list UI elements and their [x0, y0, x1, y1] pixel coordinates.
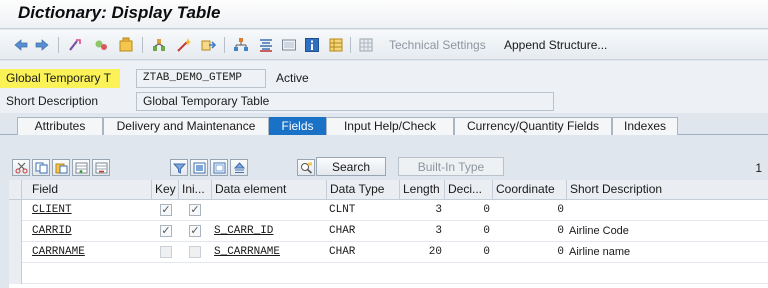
- short-description-field[interactable]: Global Temporary Table: [136, 92, 554, 111]
- column-header-data-type[interactable]: Data Type: [327, 180, 400, 200]
- paste-icon[interactable]: [52, 159, 70, 176]
- column-header-short-description[interactable]: Short Description: [567, 180, 768, 200]
- table-row[interactable]: CARRNAME S_CARRNAME CHAR 20 0 0 Airline …: [9, 242, 768, 263]
- data-element-cell[interactable]: S_CARR_ID: [214, 221, 324, 241]
- key-checkbox[interactable]: ✓: [160, 204, 172, 216]
- technical-settings-button[interactable]: Technical Settings: [389, 38, 486, 52]
- tab-input-help-check[interactable]: Input Help/Check: [326, 117, 454, 135]
- navigate-icon[interactable]: [199, 36, 216, 53]
- fields-table: Field Key Ini... Data element Data Type …: [9, 180, 768, 288]
- column-header-field[interactable]: Field: [22, 180, 152, 200]
- decimals-cell[interactable]: 0: [445, 221, 493, 241]
- column-header-initial[interactable]: Ini...: [179, 180, 212, 200]
- short-description-cell[interactable]: Airline Code: [569, 221, 764, 241]
- tab-currency-quantity-fields[interactable]: Currency/Quantity Fields: [454, 117, 612, 135]
- short-description-cell[interactable]: [569, 200, 764, 220]
- initial-checkbox[interactable]: ✓: [189, 204, 201, 216]
- find-icon[interactable]: [297, 159, 315, 176]
- data-type-cell[interactable]: CHAR: [329, 242, 399, 262]
- decimals-cell[interactable]: 0: [445, 242, 493, 262]
- table-contents-icon[interactable]: [327, 36, 344, 53]
- magic-wand-icon[interactable]: [175, 36, 192, 53]
- back-arrow-icon[interactable]: [12, 36, 29, 53]
- column-header-decimals[interactable]: Deci...: [445, 180, 493, 200]
- toolbar-separator: [58, 37, 59, 53]
- fields-panel: Search Built-In Type 1 Field Key Ini... …: [0, 135, 768, 288]
- display-change-icon[interactable]: [92, 36, 109, 53]
- table-row[interactable]: CLIENT ✓ ✓ CLNT 3 0 0: [9, 200, 768, 221]
- table-row[interactable]: CARRID ✓ ✓ S_CARR_ID CHAR 3 0 0 Airline …: [9, 221, 768, 242]
- application-toolbar: Technical Settings Append Structure...: [0, 30, 768, 60]
- hierarchy-icon[interactable]: [232, 36, 249, 53]
- toolbar-separator: [224, 37, 225, 53]
- filter-icon[interactable]: [170, 159, 188, 176]
- table-header-row: Field Key Ini... Data element Data Type …: [9, 180, 768, 200]
- field-name-cell[interactable]: CLIENT: [32, 200, 150, 220]
- initial-checkbox[interactable]: ✓: [189, 225, 201, 237]
- row-selector[interactable]: [9, 200, 22, 221]
- tab-indexes[interactable]: Indexes: [612, 117, 678, 135]
- fields-toolbar: Search Built-In Type 1: [0, 155, 768, 179]
- info-icon[interactable]: [303, 36, 320, 53]
- other-object-icon[interactable]: [66, 36, 83, 53]
- tab-fields[interactable]: Fields: [269, 117, 326, 135]
- decimals-cell[interactable]: 0: [445, 200, 493, 220]
- search-button[interactable]: Search: [316, 157, 386, 176]
- column-header-data-element[interactable]: Data element: [212, 180, 327, 200]
- column-header-length[interactable]: Length: [400, 180, 445, 200]
- where-used-icon[interactable]: [150, 36, 167, 53]
- title-bar: Dictionary: Display Table: [0, 0, 768, 29]
- column-header-coordinate[interactable]: Coordinate: [493, 180, 567, 200]
- data-type-cell[interactable]: CLNT: [329, 200, 399, 220]
- tab-attributes[interactable]: Attributes: [17, 117, 103, 135]
- short-description-cell[interactable]: Airline name: [569, 242, 764, 262]
- coordinate-cell[interactable]: 0: [493, 242, 567, 262]
- tab-delivery-and-maintenance[interactable]: Delivery and Maintenance: [103, 117, 269, 135]
- deselect-all-icon[interactable]: [210, 159, 228, 176]
- key-checkbox[interactable]: ✓: [160, 225, 172, 237]
- delete-row-icon[interactable]: [92, 159, 110, 176]
- field-name-cell[interactable]: CARRNAME: [32, 242, 150, 262]
- row-selector[interactable]: [9, 263, 22, 284]
- length-cell[interactable]: 3: [400, 221, 445, 241]
- short-description-label: Short Description: [6, 94, 99, 108]
- status-text: Active: [276, 71, 309, 85]
- page-count: 1: [755, 161, 762, 175]
- align-icon[interactable]: [257, 36, 274, 53]
- forward-arrow-icon[interactable]: [33, 36, 50, 53]
- key-checkbox[interactable]: [160, 246, 172, 258]
- toolbar-separator: [350, 37, 351, 53]
- sort-icon[interactable]: [230, 159, 248, 176]
- data-type-cell[interactable]: CHAR: [329, 221, 399, 241]
- data-element-cell[interactable]: S_CARRNAME: [214, 242, 324, 262]
- table-name-label: Global Temporary T: [0, 69, 120, 88]
- window-title: Dictionary: Display Table: [18, 3, 221, 22]
- append-structure-button[interactable]: Append Structure...: [504, 38, 607, 52]
- grid-icon: [357, 36, 374, 53]
- length-cell[interactable]: 20: [400, 242, 445, 262]
- empty-table-row[interactable]: [9, 263, 768, 284]
- table-name-field[interactable]: ZTAB_DEMO_GTEMP: [136, 69, 266, 88]
- tab-strip: Attributes Delivery and Maintenance Fiel…: [0, 115, 768, 135]
- data-element-cell[interactable]: [214, 200, 324, 220]
- row-selector[interactable]: [9, 242, 22, 263]
- coordinate-cell[interactable]: 0: [493, 200, 567, 220]
- table-header-area: Global Temporary T ZTAB_DEMO_GTEMP Activ…: [0, 61, 768, 113]
- length-cell[interactable]: 3: [400, 200, 445, 220]
- column-header-key[interactable]: Key: [152, 180, 179, 200]
- row-selector-header[interactable]: [9, 180, 22, 200]
- select-all-icon[interactable]: [190, 159, 208, 176]
- cut-icon[interactable]: [12, 159, 30, 176]
- activate-icon[interactable]: [117, 36, 134, 53]
- row-selector[interactable]: [9, 221, 22, 242]
- field-name-cell[interactable]: CARRID: [32, 221, 150, 241]
- coordinate-cell[interactable]: 0: [493, 221, 567, 241]
- screen-icon[interactable]: [280, 36, 297, 53]
- copy-icon[interactable]: [32, 159, 50, 176]
- built-in-type-button[interactable]: Built-In Type: [398, 157, 504, 176]
- toolbar-separator: [142, 37, 143, 53]
- insert-row-icon[interactable]: [72, 159, 90, 176]
- initial-checkbox[interactable]: [189, 246, 201, 258]
